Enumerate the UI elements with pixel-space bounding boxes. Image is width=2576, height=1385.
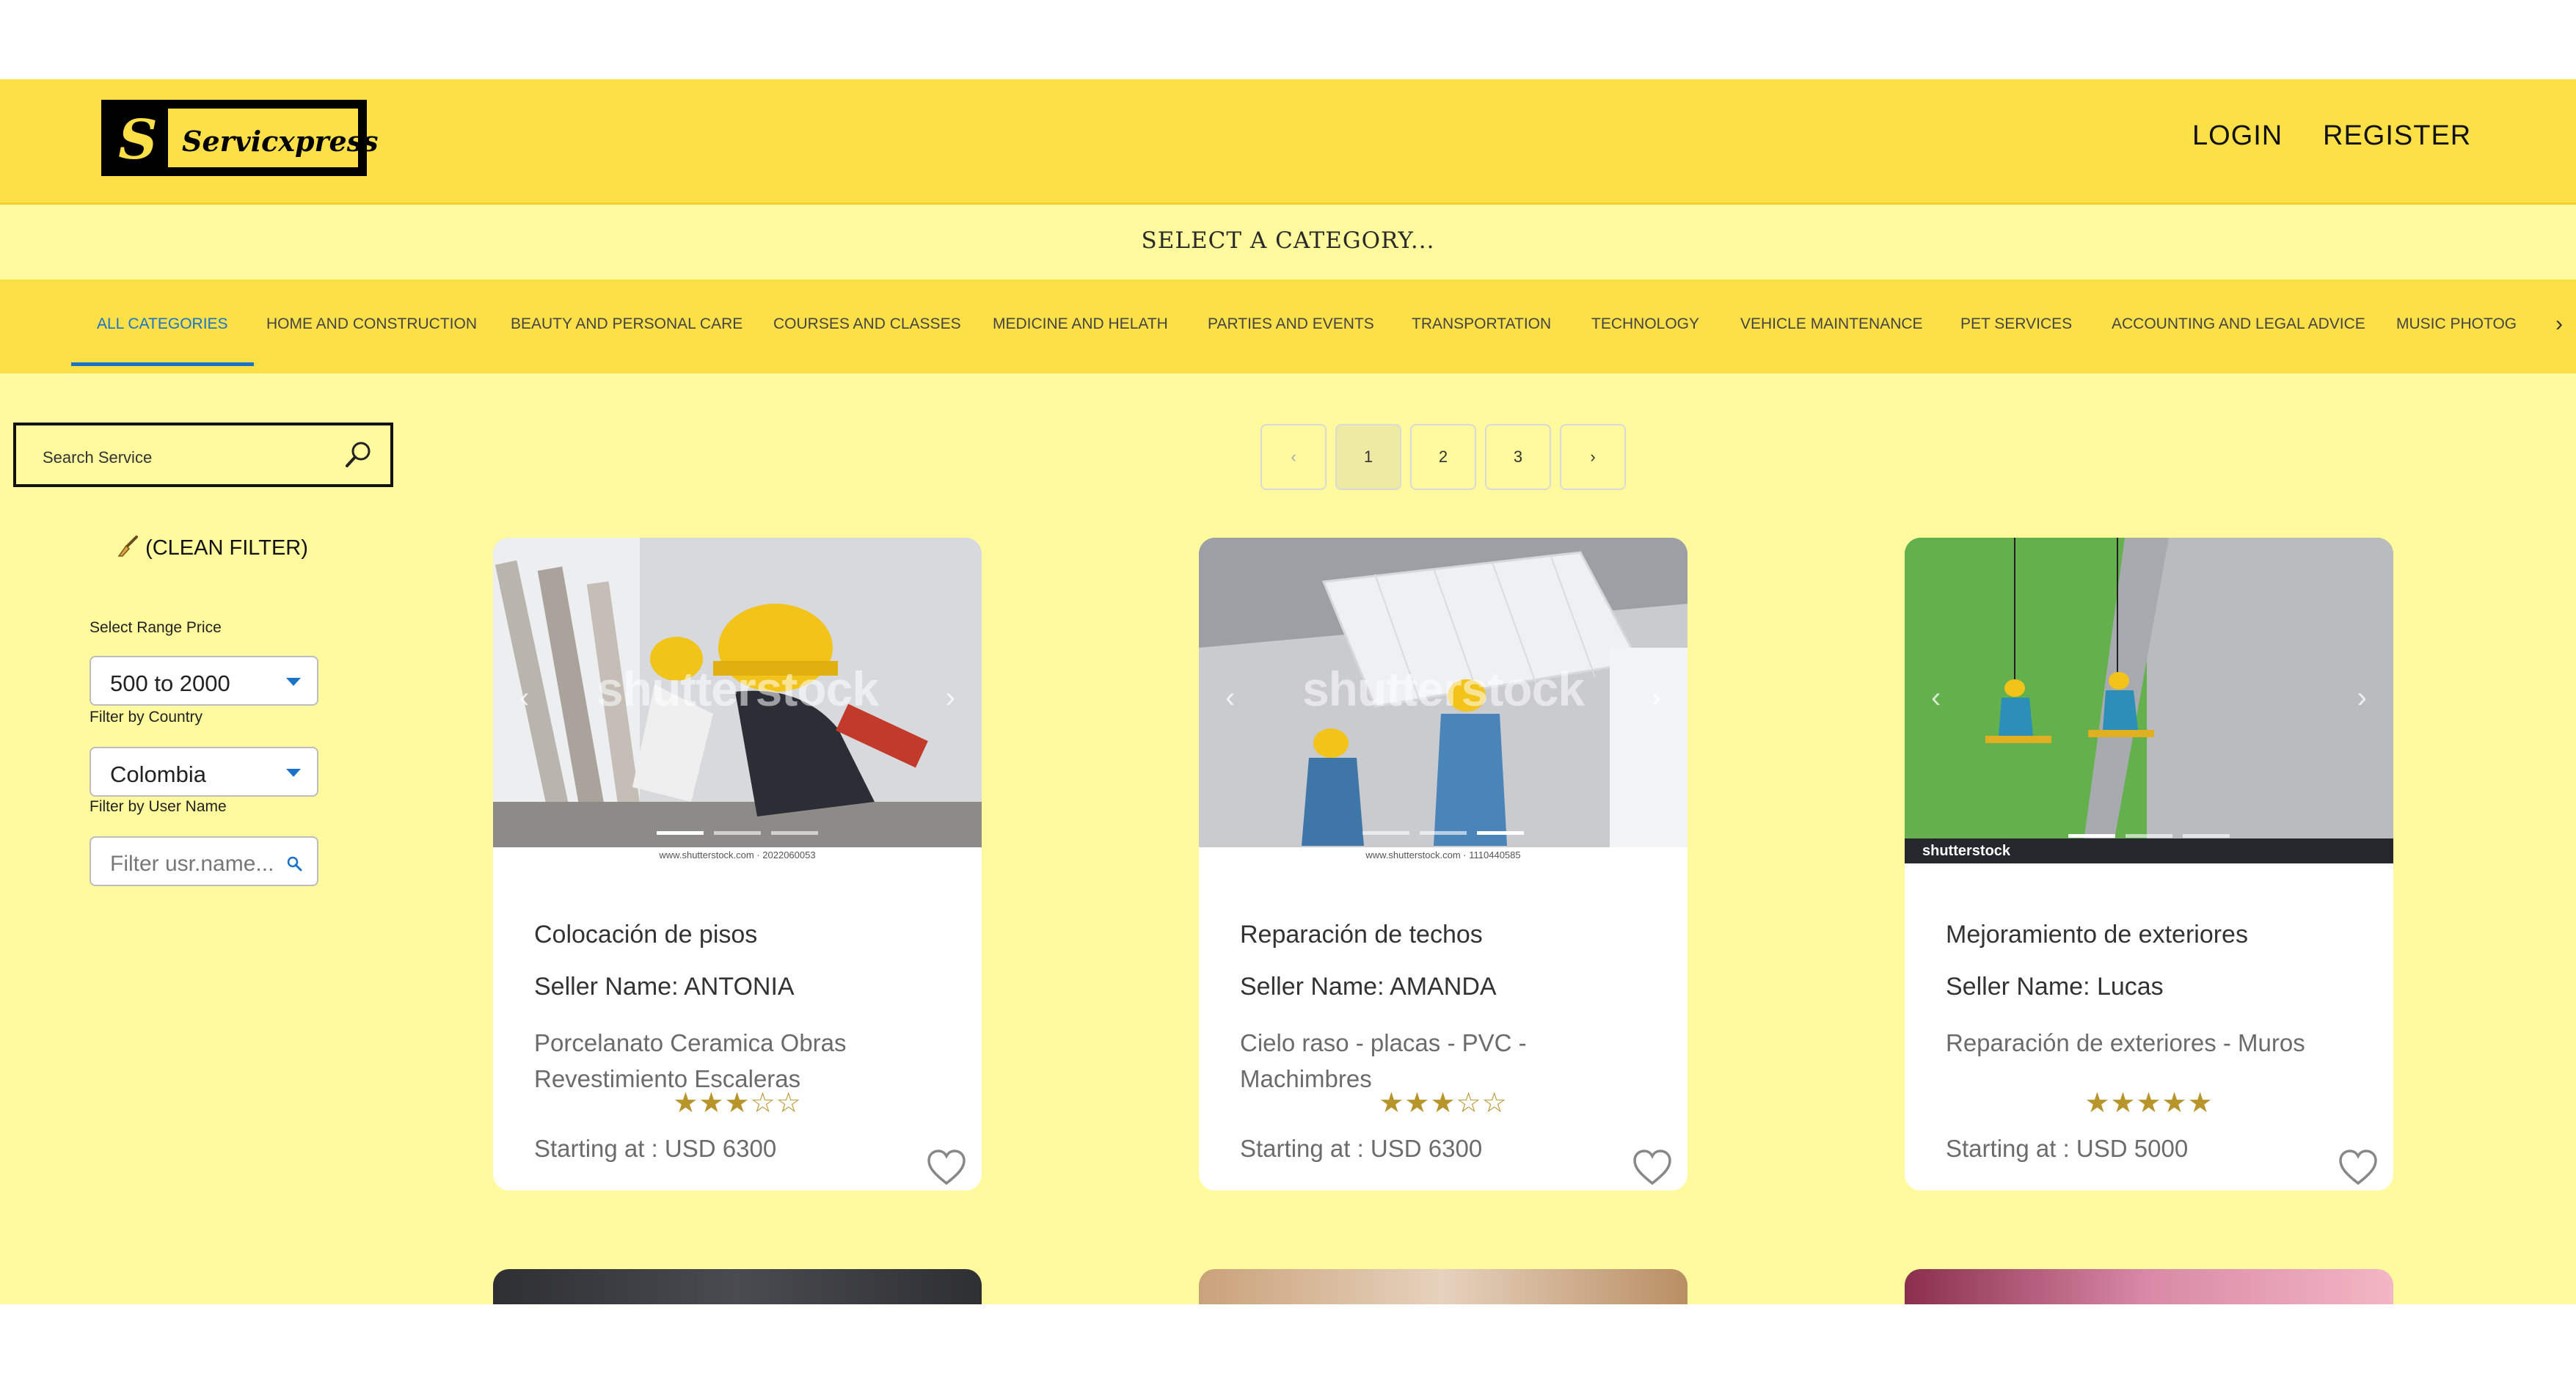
top-header: S Servicxpress LOGIN REGISTER — [0, 79, 2576, 205]
app-root: S Servicxpress LOGIN REGISTER SELECT A C… — [0, 79, 2576, 1304]
tab-technology[interactable]: TECHNOLOGY — [1591, 279, 1699, 373]
service-image-carousel[interactable]: shutterstock ‹ › www.shutterstock.com · … — [1199, 538, 1687, 863]
tab-accounting-and-legal-advice[interactable]: ACCOUNTING AND LEGAL ADVICE — [2112, 279, 2365, 373]
service-description: Reparación de exteriores - Muros — [1946, 1029, 2305, 1056]
pagination-page-1[interactable]: 1 — [1335, 424, 1401, 490]
carousel-prev-icon[interactable]: ‹ — [1225, 681, 1235, 715]
service-card-partial[interactable] — [1905, 1269, 2393, 1304]
service-image-carousel[interactable]: ‹ › shutterstock — [1905, 538, 2393, 863]
tab-home-and-construction[interactable]: HOME AND CONSTRUCTION — [266, 279, 477, 373]
service-card[interactable]: shutterstock ‹ › www.shutterstock.com · … — [493, 538, 982, 1191]
service-price: Starting at : USD 5000 — [1946, 1135, 2189, 1162]
country-label: Filter by Country — [90, 709, 203, 726]
carousel-prev-icon[interactable]: ‹ — [1931, 681, 1941, 715]
username-label: Filter by User Name — [90, 798, 227, 815]
clean-filter-button[interactable]: (CLEAN FILTER) — [116, 536, 308, 560]
pagination-page-3[interactable]: 3 — [1485, 424, 1551, 490]
service-card[interactable]: shutterstock ‹ › www.shutterstock.com · … — [1199, 538, 1687, 1191]
search-box — [13, 423, 393, 487]
category-prompt: SELECT A CATEGORY... — [1141, 227, 1435, 254]
carousel-indicators[interactable] — [493, 825, 982, 838]
tab-beauty-and-personal-care[interactable]: BEAUTY AND PERSONAL CARE — [511, 279, 742, 373]
service-card-partial[interactable] — [1199, 1269, 1687, 1304]
carousel-next-icon[interactable]: › — [1652, 681, 1661, 715]
service-title[interactable]: Mejoramiento de exteriores — [1946, 921, 2248, 949]
country-value: Colombia — [110, 761, 206, 787]
heart-outline-icon[interactable] — [2338, 1148, 2379, 1188]
username-filter-input[interactable] — [109, 851, 288, 877]
image-watermark: shutterstock — [1302, 662, 1585, 716]
caret-down-icon — [286, 678, 301, 686]
country-select[interactable]: Colombia — [90, 747, 318, 797]
range-price-label: Select Range Price — [90, 619, 222, 636]
seller-name: Seller Name: ANTONIA — [534, 973, 795, 1001]
pagination-prev-button[interactable]: ‹ — [1260, 424, 1327, 490]
logo-frame: S Servicxpress — [108, 106, 379, 172]
logo-letter: S — [108, 106, 168, 172]
service-image-carousel[interactable]: shutterstock ‹ › www.shutterstock.com · … — [493, 538, 982, 863]
seller-name: Seller Name: AMANDA — [1240, 973, 1497, 1001]
carousel-indicators[interactable] — [1199, 825, 1687, 838]
tab-music-photography[interactable]: MUSIC PHOTOG — [2396, 279, 2517, 373]
search-icon[interactable] — [342, 439, 374, 471]
service-card-partial[interactable] — [493, 1269, 982, 1304]
service-title[interactable]: Colocación de pisos — [534, 921, 757, 949]
seller-name: Seller Name: Lucas — [1946, 973, 2164, 1001]
star-rating: ★★★★★ — [2084, 1088, 2214, 1119]
login-button[interactable]: LOGIN — [2192, 120, 2283, 152]
range-price-select[interactable]: 500 to 2000 — [90, 656, 318, 706]
service-price: Starting at : USD 6300 — [1240, 1135, 1483, 1162]
image-caption: www.shutterstock.com · 1110440585 — [1199, 847, 1687, 863]
tab-transportation[interactable]: TRANSPORTATION — [1412, 279, 1551, 373]
tab-all-categories[interactable]: ALL CATEGORIES — [71, 279, 254, 373]
clean-filter-label: (CLEAN FILTER) — [145, 536, 308, 560]
username-filter-box — [90, 836, 318, 886]
carousel-prev-icon[interactable]: ‹ — [519, 681, 529, 715]
service-card[interactable]: ‹ › shutterstock Mejoramiento de exterio… — [1905, 538, 2393, 1191]
tab-pet-services[interactable]: PET SERVICES — [1960, 279, 2072, 373]
star-rating: ★★★☆☆ — [1379, 1088, 1508, 1119]
service-image — [1905, 538, 2393, 863]
star-rating: ★★★☆☆ — [673, 1088, 802, 1119]
tab-medicine-and-health[interactable]: MEDICINE AND HELATH — [993, 279, 1168, 373]
image-caption: shutterstock — [1905, 838, 2393, 863]
tab-courses-and-classes[interactable]: COURSES AND CLASSES — [773, 279, 961, 373]
service-title[interactable]: Reparación de techos — [1240, 921, 1483, 949]
tab-vehicle-maintenance[interactable]: VEHICLE MAINTENANCE — [1740, 279, 1923, 373]
heart-outline-icon[interactable] — [1632, 1148, 1673, 1188]
register-button[interactable]: REGISTER — [2323, 120, 2471, 152]
broom-icon — [117, 536, 138, 557]
search-input[interactable] — [41, 445, 323, 471]
caret-down-icon — [286, 769, 301, 777]
heart-outline-icon[interactable] — [926, 1148, 967, 1188]
pagination-page-2[interactable]: 2 — [1410, 424, 1476, 490]
service-price: Starting at : USD 6300 — [534, 1135, 777, 1162]
category-tabs: ALL CATEGORIES HOME AND CONSTRUCTION BEA… — [0, 279, 2576, 373]
logo-text: Servicxpress — [182, 125, 379, 158]
range-price-value: 500 to 2000 — [110, 670, 230, 696]
tab-parties-and-events[interactable]: PARTIES AND EVENTS — [1208, 279, 1374, 373]
pagination-next-button[interactable]: › — [1560, 424, 1626, 490]
image-watermark: shutterstock — [596, 662, 879, 716]
search-icon[interactable] — [286, 855, 302, 871]
tabs-scroll-right-icon[interactable]: › — [2555, 312, 2563, 337]
image-caption: www.shutterstock.com · 2022060053 — [493, 847, 982, 863]
carousel-next-icon[interactable]: › — [946, 681, 955, 715]
brand-logo[interactable]: S Servicxpress — [101, 100, 379, 176]
carousel-next-icon[interactable]: › — [2357, 681, 2367, 715]
